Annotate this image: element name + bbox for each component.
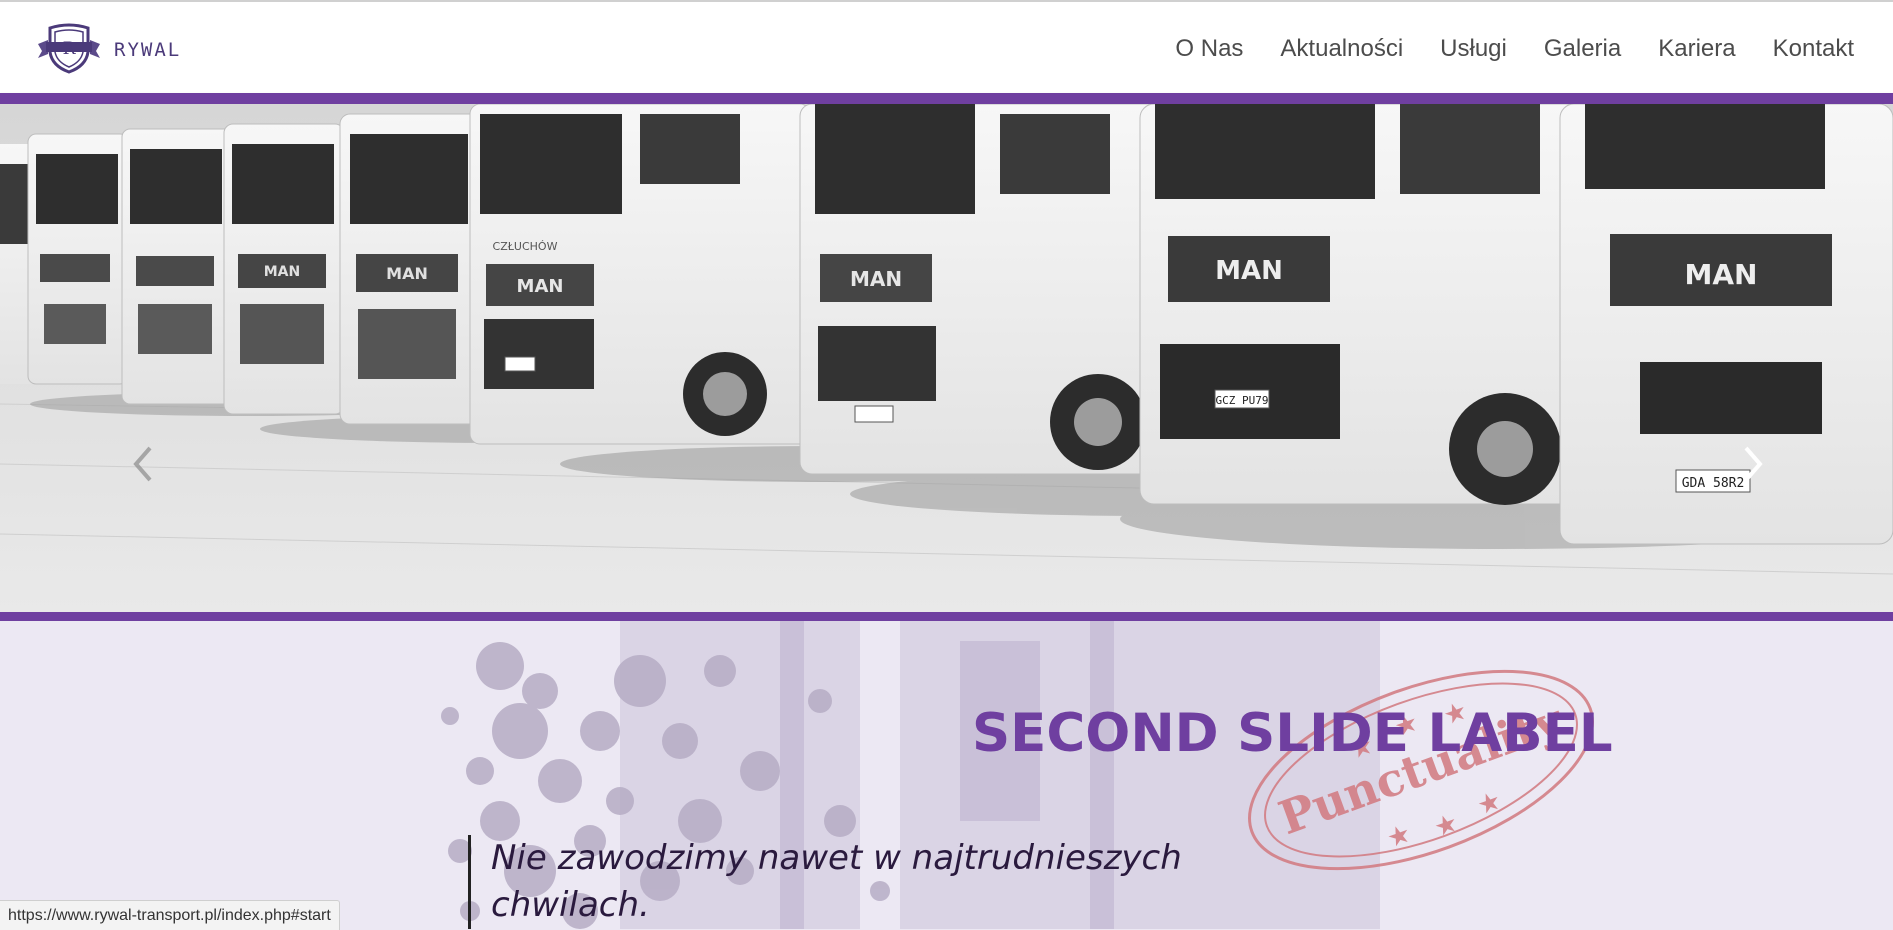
nav-link-o-nas[interactable]: O Nas [1175, 35, 1243, 63]
truck-2 [27, 133, 129, 385]
svg-text:MAN: MAN [517, 276, 564, 297]
slide-caption-section: Punctuality ★ ★ ★ ★ ★ ★ SECOND SLIDE LAB… [0, 621, 1893, 929]
truck-6: CZŁUCHÓW MAN [469, 104, 811, 445]
svg-text:MAN: MAN [1685, 258, 1758, 291]
svg-text:GCZ PU79: GCZ PU79 [1216, 394, 1269, 407]
shield-logo-icon: R [38, 23, 100, 74]
svg-text:MAN: MAN [386, 264, 428, 283]
nav-link-kontakt[interactable]: Kontakt [1773, 35, 1854, 63]
carousel-prev-button[interactable] [128, 440, 158, 488]
svg-text:★: ★ [1383, 818, 1415, 854]
browser-status-url: https://www.rywal-transport.pl/index.php… [0, 900, 340, 930]
site-logo[interactable]: R RYWAL [36, 22, 181, 74]
svg-text:CZŁUCHÓW: CZŁUCHÓW [493, 240, 558, 253]
nav-link-aktualnosci[interactable]: Aktualności [1280, 35, 1403, 63]
truck-3 [121, 128, 233, 405]
svg-text:MAN: MAN [264, 264, 300, 280]
svg-text:R: R [63, 39, 77, 59]
truck-4: MAN [223, 123, 345, 415]
chevron-left-icon [133, 446, 152, 482]
punctuality-stamp: Punctuality ★ ★ ★ ★ ★ ★ [1248, 669, 1594, 871]
logo-text: RYWAL [114, 39, 182, 61]
site-header: R RYWAL O Nas Aktualności Usługi Galeria… [0, 0, 1893, 93]
nav-link-galeria[interactable]: Galeria [1544, 35, 1621, 63]
svg-text:MAN: MAN [850, 267, 902, 291]
carousel-bottom-stripe [0, 612, 1893, 621]
slide-quote: Nie zawodzimy nawet w najtrudnieszych ch… [468, 835, 1268, 929]
header-accent-stripe [0, 93, 1893, 104]
truck-9: MAN GDA 58R2 [1559, 104, 1893, 545]
slide-label-heading: SECOND SLIDE LABEL [972, 703, 1613, 764]
hero-carousel[interactable]: MAN MAN CZŁUCHÓW MAN MAN MAN GCZ PU79 MA… [0, 104, 1893, 612]
svg-text:★: ★ [1473, 786, 1505, 822]
carousel-next-button[interactable] [1738, 440, 1768, 488]
nav-link-kariera[interactable]: Kariera [1658, 35, 1735, 63]
chevron-right-icon [1744, 446, 1763, 482]
svg-text:GDA 58R2: GDA 58R2 [1682, 476, 1745, 491]
main-nav: O Nas Aktualności Usługi Galeria Kariera… [1175, 35, 1854, 63]
truck-5: MAN [339, 113, 481, 425]
truck-fleet-photo: MAN MAN CZŁUCHÓW MAN MAN MAN GCZ PU79 MA… [0, 104, 1893, 612]
nav-link-uslugi[interactable]: Usługi [1440, 35, 1507, 63]
svg-text:MAN: MAN [1215, 256, 1283, 286]
truck-7: MAN [799, 104, 1161, 475]
truck-8: MAN GCZ PU79 [1139, 104, 1581, 505]
